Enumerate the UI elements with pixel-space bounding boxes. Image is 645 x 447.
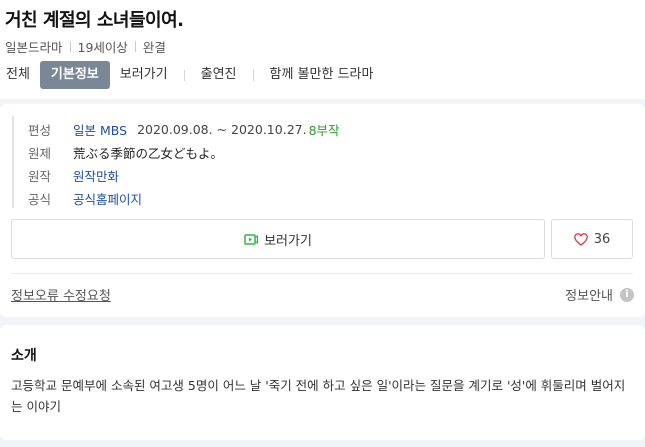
meta-age-rating: 19세이상 (77, 40, 128, 55)
meta-country-genre[interactable]: 일본드라마 (5, 37, 63, 56)
like-button[interactable]: 36 (551, 219, 633, 259)
tab-divider (252, 69, 254, 81)
tab-bar: 전체 기본정보 보러가기 출연진 함께 볼만한 드라마 (0, 61, 379, 89)
tab-divider (183, 69, 185, 81)
report-error-link[interactable]: 정보오류 수정요청 (11, 285, 111, 304)
info-list: 편성 일본 MBS 2020.09.08. ~ 2020.10.27. 8부작 … (12, 116, 632, 208)
source-manga-link[interactable]: 원작만화 (73, 166, 119, 185)
watch-button[interactable]: 보러가기 (11, 219, 545, 259)
info-key: 원제 (28, 145, 52, 161)
intro-heading: 소개 (11, 348, 37, 364)
intro-card: 소개 고등학교 문예부에 소속된 여고생 5명이 어느 날 '죽기 전에 하고 … (0, 325, 645, 440)
basic-info-card: 편성 일본 MBS 2020.09.08. ~ 2020.10.27. 8부작 … (0, 104, 645, 317)
tab-basic-info[interactable]: 기본정보 (39, 61, 110, 89)
info-key: 원작 (28, 168, 52, 184)
drama-meta: 일본드라마 19세이상 완결 (5, 37, 166, 56)
meta-status: 완결 (142, 40, 166, 55)
info-guide-label: 정보안내 (565, 289, 613, 304)
meta-divider (69, 41, 71, 52)
watch-button-label: 보러가기 (264, 233, 312, 249)
meta-divider (134, 41, 136, 52)
tab-related-dramas[interactable]: 함께 볼만한 드라마 (264, 61, 380, 89)
info-guide-button[interactable]: 정보안내 i (565, 285, 634, 304)
intro-text: 고등학교 문예부에 소속된 여고생 5명이 어느 날 '죽기 전에 하고 싶은 … (11, 378, 626, 414)
official-site-link[interactable]: 공식홈페이지 (73, 189, 142, 208)
info-row-original-title: 원제 荒ぶる季節の乙女どもよ。 (28, 142, 223, 162)
section-divider (11, 273, 633, 274)
broadcast-period: 2020.09.08. ~ 2020.10.27. (137, 121, 307, 137)
info-row-broadcast: 편성 일본 MBS 2020.09.08. ~ 2020.10.27. 8부작 (28, 119, 340, 139)
page-title: 거친 계절의 소녀들이여. (5, 10, 184, 31)
info-row-source: 원작 원작만화 (28, 165, 119, 185)
play-screen-icon (244, 233, 259, 245)
heart-icon (573, 232, 588, 246)
info-key: 공식 (28, 191, 52, 207)
episode-count: 8부작 (308, 122, 340, 138)
original-title: 荒ぶる季節の乙女どもよ。 (73, 145, 224, 161)
tab-all[interactable]: 전체 (0, 61, 36, 89)
drama-header: 거친 계절의 소녀들이여. 일본드라마 19세이상 완결 전체 기본정보 보러가… (0, 0, 645, 99)
tab-watch[interactable]: 보러가기 (114, 61, 174, 89)
tab-cast[interactable]: 출연진 (195, 61, 243, 89)
like-count: 36 (593, 231, 611, 247)
info-key: 편성 (28, 122, 52, 138)
info-icon: i (620, 287, 634, 302)
info-row-official: 공식 공식홈페이지 (28, 188, 142, 208)
broadcaster-link[interactable]: 일본 MBS (73, 120, 127, 139)
